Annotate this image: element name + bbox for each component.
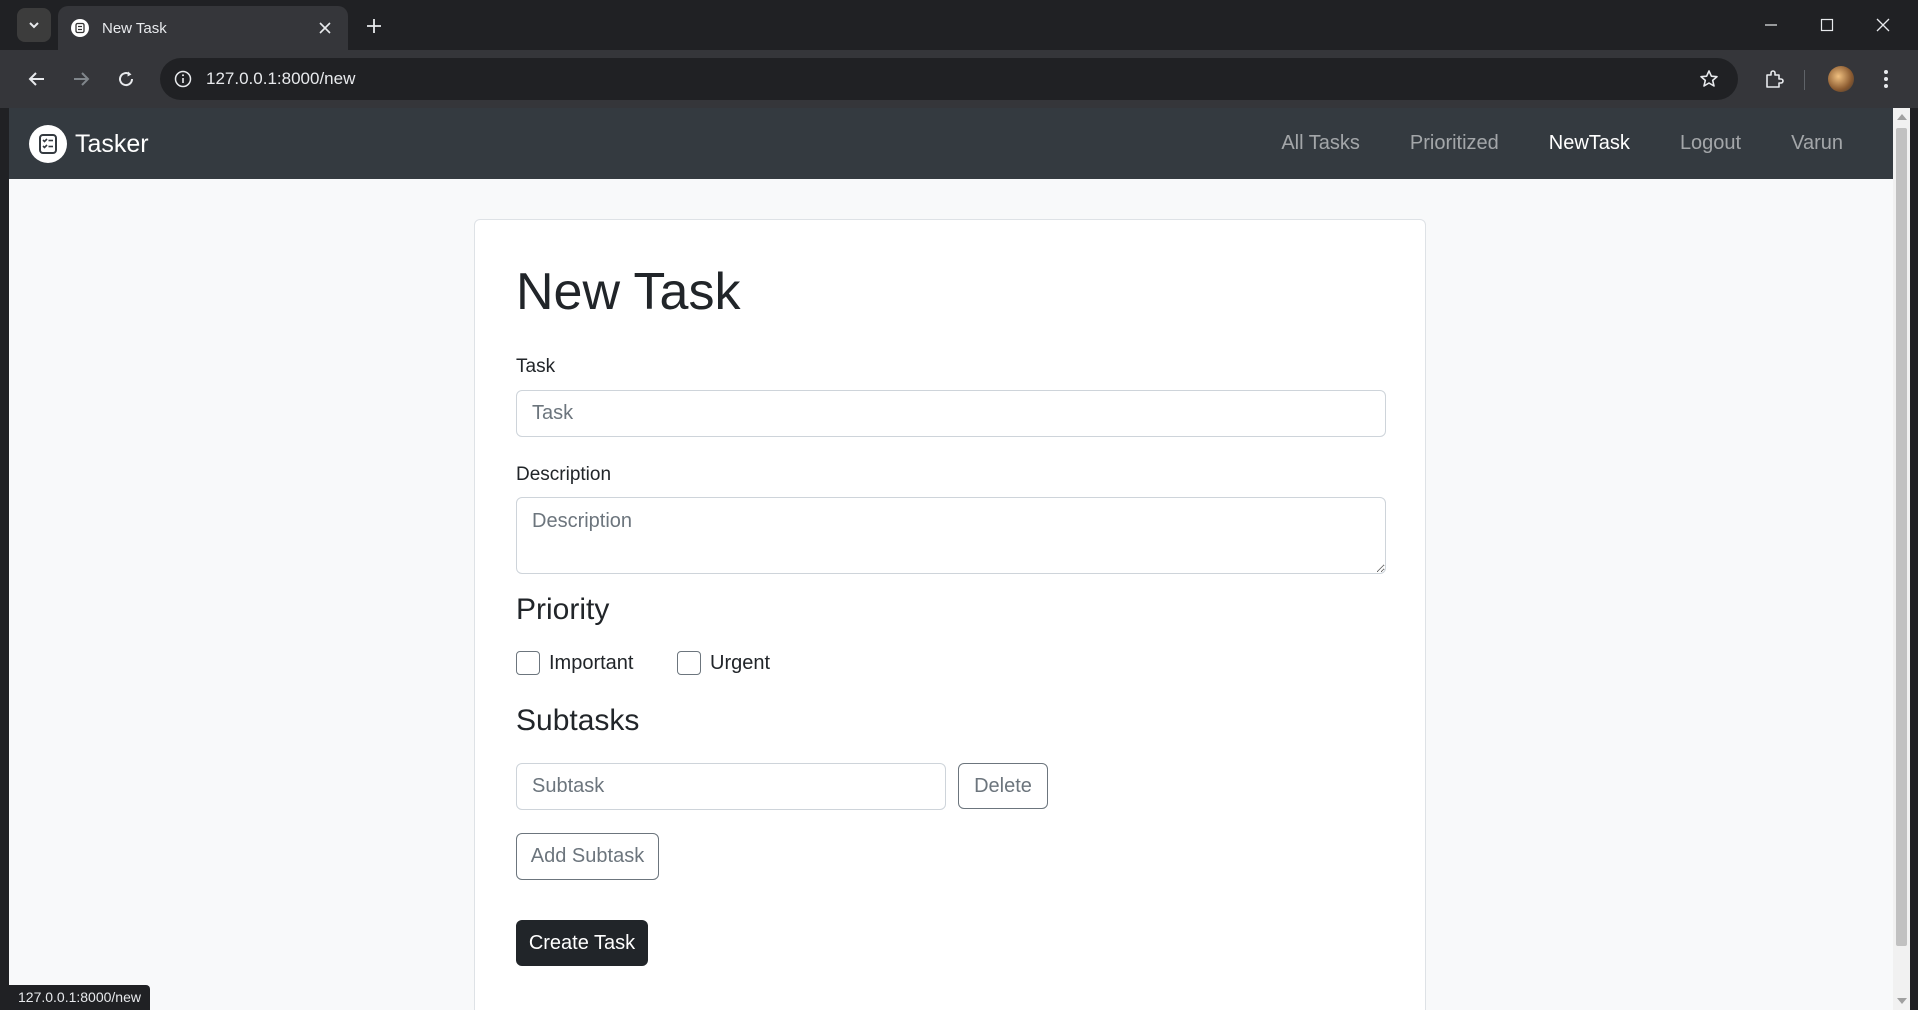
forward-arrow-icon[interactable] xyxy=(64,62,98,96)
window-edge xyxy=(1910,108,1918,1010)
nav-all-tasks[interactable]: All Tasks xyxy=(1281,132,1360,155)
tab-title: New Task xyxy=(102,19,167,37)
new-task-card: New Task Task Description Priority Impor… xyxy=(474,219,1426,1010)
urgent-label: Urgent xyxy=(710,651,771,674)
scroll-down-arrow-icon[interactable] xyxy=(1897,998,1907,1004)
browser-toolbar: 127.0.0.1:8000/new xyxy=(0,50,1918,108)
chevron-down-icon xyxy=(29,22,39,29)
nav-user-varun[interactable]: Varun xyxy=(1791,132,1843,155)
extensions-puzzle-icon[interactable] xyxy=(1757,62,1791,96)
nav-logout[interactable]: Logout xyxy=(1680,132,1741,155)
url-text[interactable]: 127.0.0.1:8000/new xyxy=(206,69,1694,89)
bookmark-star-icon[interactable] xyxy=(1694,64,1724,94)
back-arrow-icon[interactable] xyxy=(20,62,54,96)
important-checkbox-group[interactable]: Important xyxy=(516,651,633,675)
browser-tab-strip: New Task xyxy=(0,0,1918,50)
browser-tab[interactable]: New Task xyxy=(58,6,348,50)
scroll-up-arrow-icon[interactable] xyxy=(1897,114,1907,120)
status-bar-url: 127.0.0.1:8000/new xyxy=(9,985,150,1010)
task-label: Task xyxy=(516,356,556,377)
new-tab-plus-icon[interactable] xyxy=(360,12,388,40)
app-navbar: Tasker All Tasks Prioritized NewTask Log… xyxy=(9,108,1893,179)
page-scrollbar[interactable] xyxy=(1893,108,1910,1010)
tab-search-button[interactable] xyxy=(17,8,51,42)
maximize-icon[interactable] xyxy=(1804,8,1850,42)
brand-name: Tasker xyxy=(75,129,149,158)
urgent-checkbox[interactable] xyxy=(677,651,701,675)
tab-close-icon[interactable] xyxy=(314,17,336,39)
description-textarea[interactable] xyxy=(516,497,1386,574)
minimize-icon[interactable] xyxy=(1748,8,1794,42)
add-subtask-button[interactable]: Add Subtask xyxy=(516,833,659,880)
scrollbar-thumb[interactable] xyxy=(1896,128,1907,946)
nav-new-task[interactable]: NewTask xyxy=(1549,132,1630,155)
urgent-checkbox-group[interactable]: Urgent xyxy=(677,651,770,675)
delete-subtask-button[interactable]: Delete xyxy=(958,763,1048,809)
nav-links: All Tasks Prioritized NewTask Logout Var… xyxy=(1231,108,1843,179)
brand[interactable]: Tasker xyxy=(29,125,149,163)
browser-menu-icon[interactable] xyxy=(1869,62,1903,96)
tasker-favicon-icon xyxy=(71,19,89,37)
important-checkbox[interactable] xyxy=(516,651,540,675)
important-label: Important xyxy=(549,651,634,674)
avatar xyxy=(1828,66,1854,92)
window-close-icon[interactable] xyxy=(1860,8,1906,42)
task-input[interactable] xyxy=(516,390,1386,437)
subtask-input[interactable] xyxy=(516,763,946,810)
page-viewport: Tasker All Tasks Prioritized NewTask Log… xyxy=(9,108,1893,1010)
create-task-button[interactable]: Create Task xyxy=(516,920,648,966)
subtasks-heading: Subtasks xyxy=(516,704,640,737)
reload-icon[interactable] xyxy=(109,62,143,96)
page-title: New Task xyxy=(516,263,741,321)
priority-heading: Priority xyxy=(516,593,610,626)
site-info-icon[interactable] xyxy=(168,64,198,94)
description-label: Description xyxy=(516,464,612,485)
address-bar[interactable]: 127.0.0.1:8000/new xyxy=(160,58,1738,100)
tasker-logo-icon xyxy=(29,125,67,163)
profile-avatar[interactable] xyxy=(1824,62,1858,96)
toolbar-divider xyxy=(1804,70,1805,90)
nav-prioritized[interactable]: Prioritized xyxy=(1410,132,1499,155)
